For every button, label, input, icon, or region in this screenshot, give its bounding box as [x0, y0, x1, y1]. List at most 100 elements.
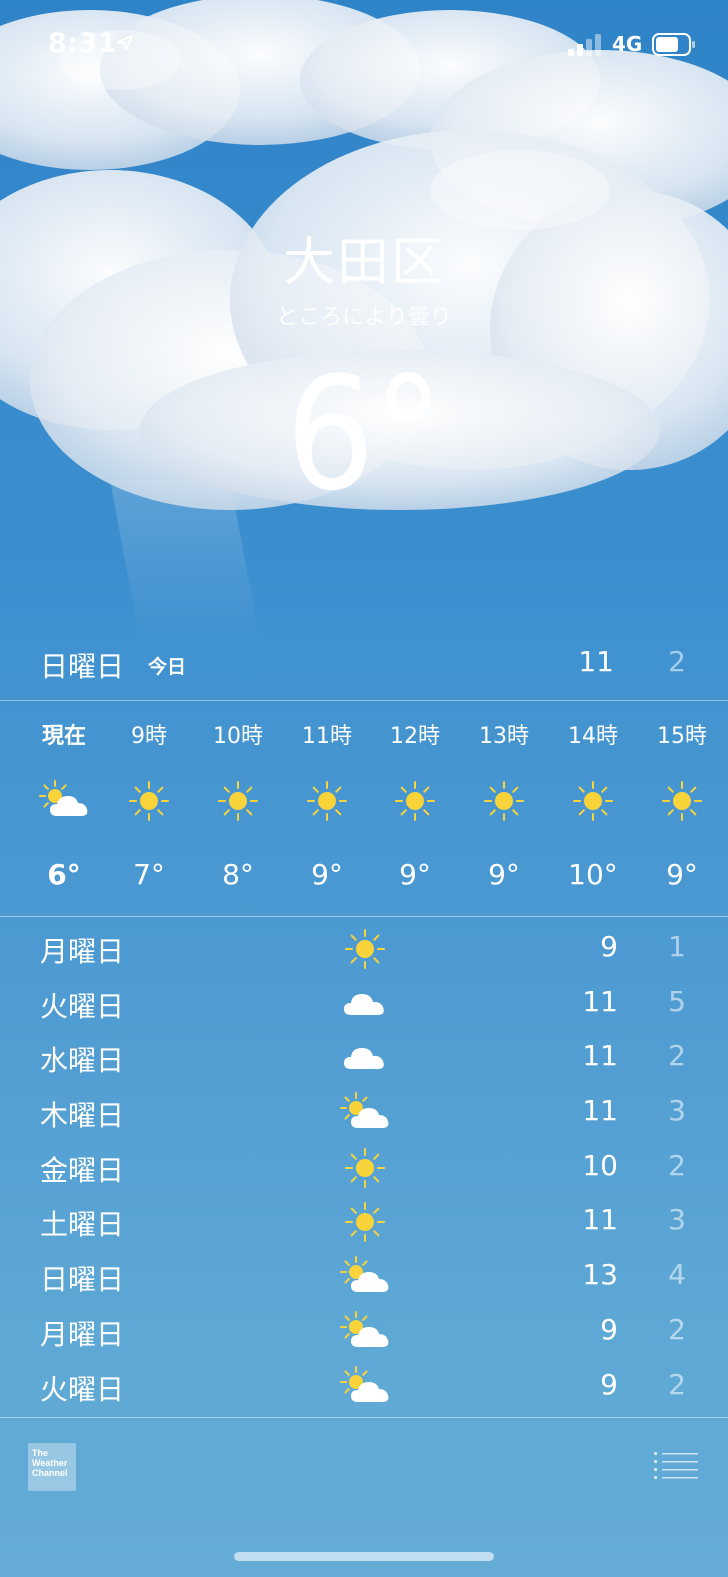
hour-temp: 10° [568, 858, 618, 891]
hourly-item: 9時 7° [104, 702, 194, 916]
day-high: 11 [582, 1039, 618, 1073]
hour-label: 15時 [657, 724, 707, 749]
day-high: 13 [582, 1258, 618, 1292]
network-type: 4G [612, 32, 643, 56]
location-header: 大田区 ところにより曇り [0, 220, 728, 331]
sun-icon [307, 781, 347, 821]
home-indicator[interactable] [234, 1552, 494, 1561]
day-high: 11 [582, 984, 618, 1018]
cloud-icon [344, 993, 384, 1015]
status-bar: 8:31 4G [0, 0, 728, 90]
current-temperature-value: 6° [286, 343, 444, 525]
divider [0, 1417, 728, 1418]
daily-row: 木曜日 11 3 [0, 1086, 728, 1141]
divider [0, 916, 728, 917]
hourly-item: 15時 9° [637, 702, 727, 916]
hourly-item: 現在 6° [19, 702, 109, 916]
hourly-item: 13時 9° [459, 702, 549, 916]
day-low: 4 [668, 1258, 686, 1292]
hour-temp: 6° [47, 858, 81, 891]
hour-label: 10時 [213, 724, 263, 749]
daily-row: 火曜日 11 5 [0, 977, 728, 1032]
battery-icon [652, 33, 695, 56]
hourly-item: 11時 9° [282, 702, 372, 916]
daily-row: 金曜日 10 2 [0, 1141, 728, 1196]
sun-icon [129, 781, 169, 821]
cloud-icon [344, 1048, 384, 1070]
day-high: 9 [600, 1312, 618, 1346]
day-name: 日曜日 [40, 1263, 125, 1297]
hourly-item: 12時 9° [370, 702, 460, 916]
today-tag: 今日 [148, 656, 187, 678]
day-name: 木曜日 [40, 1099, 125, 1133]
day-low: 3 [668, 1203, 686, 1237]
current-temperature: 6° [0, 343, 728, 525]
logo-text: Weather [32, 1458, 68, 1468]
status-time: 8:31 [48, 28, 118, 59]
day-low: 2 [668, 1367, 686, 1401]
sun-icon [484, 781, 524, 821]
condition-text: ところにより曇り [276, 305, 452, 330]
day-name: 月曜日 [40, 935, 125, 968]
today-low: 2 [668, 645, 686, 678]
location-arrow-icon [117, 35, 133, 51]
hour-label: 12時 [390, 724, 440, 749]
daily-row: 火曜日 9 2 [0, 1360, 728, 1415]
hour-temp: 9° [311, 858, 343, 891]
divider [0, 700, 728, 701]
day-low: 2 [668, 1039, 686, 1073]
day-low: 5 [668, 984, 686, 1018]
daily-forecast: 月曜日 9 1 火曜日 11 5 水曜日 11 2 木曜日 11 3 金曜日 10 2 土曜日 11 3 日曜… [0, 922, 728, 1414]
hour-temp: 9° [399, 858, 431, 891]
day-low: 2 [668, 1148, 686, 1182]
day-low: 1 [668, 930, 686, 963]
partly-cloudy-icon [39, 780, 88, 816]
hour-label: 9時 [131, 724, 167, 749]
logo-text: Channel [32, 1468, 68, 1478]
day-name: 月曜日 [40, 1317, 125, 1351]
day-name: 火曜日 [40, 1372, 125, 1406]
city-name: 大田区 [282, 233, 445, 293]
day-name: 火曜日 [40, 989, 125, 1023]
daily-row: 月曜日 9 1 [0, 922, 728, 977]
hour-temp: 9° [488, 858, 520, 891]
sun-icon [345, 1147, 385, 1188]
day-high: 11 [582, 1203, 618, 1237]
hour-label: 14時 [568, 724, 618, 749]
sun-icon [345, 929, 385, 969]
logo-text: The [32, 1448, 49, 1458]
day-name: 水曜日 [40, 1044, 125, 1078]
hour-temp: 9° [666, 858, 698, 891]
sun-icon [573, 781, 613, 821]
hourly-item: 10時 8° [193, 702, 283, 916]
daily-row: 月曜日 9 2 [0, 1305, 728, 1360]
day-name: 金曜日 [40, 1153, 125, 1187]
today-day: 日曜日 [40, 650, 125, 683]
hour-label: 13時 [479, 724, 529, 749]
sun-icon [345, 1202, 385, 1243]
day-low: 2 [668, 1312, 686, 1346]
hour-label: 11時 [302, 724, 352, 749]
partly-cloudy-icon [340, 1310, 389, 1347]
signal-icon [568, 34, 601, 56]
list-icon[interactable] [654, 1450, 698, 1480]
day-high: 11 [582, 1094, 618, 1128]
daily-row: 日曜日 13 4 [0, 1250, 728, 1305]
partly-cloudy-icon [340, 1256, 389, 1293]
sun-icon [395, 781, 435, 821]
day-low: 3 [668, 1094, 686, 1128]
hourly-item: 14時 10° [548, 702, 638, 916]
today-high: 11 [578, 645, 614, 678]
hour-temp: 7° [133, 858, 165, 891]
daily-row: 土曜日 11 3 [0, 1195, 728, 1250]
day-high: 9 [600, 930, 618, 963]
weather-channel-logo[interactable]: The Weather Channel [28, 1443, 76, 1491]
hour-temp: 8° [222, 858, 254, 891]
day-high: 9 [600, 1367, 618, 1401]
sun-icon [218, 781, 258, 821]
hour-label: 現在 [41, 724, 86, 749]
day-high: 10 [582, 1148, 618, 1182]
day-name: 土曜日 [40, 1208, 125, 1242]
hourly-forecast[interactable]: 現在 6° 9時 7° 10時 8° 11時 9° 12時 9° 13時 9° 14時 10° 15時 9° [0, 702, 728, 916]
daily-row: 水曜日 11 2 [0, 1031, 728, 1086]
